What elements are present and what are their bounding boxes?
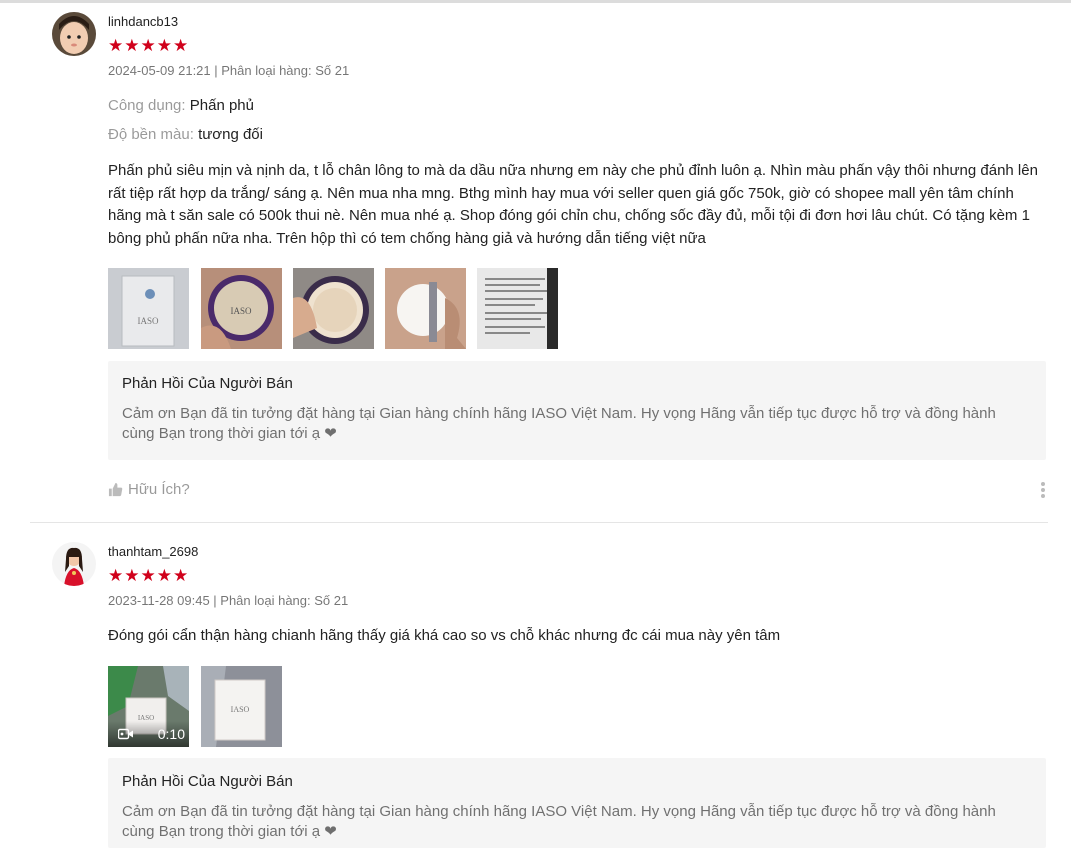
seller-reply-text: Cảm ơn Bạn đã tin tưởng đặt hàng tại Gia… [122, 803, 996, 840]
video-badge: 0:10 [108, 721, 189, 747]
seller-reply-text: Cảm ơn Bạn đã tin tưởng đặt hàng tại Gia… [122, 405, 996, 442]
attribute-key: Độ bền màu: [108, 126, 194, 143]
attribute-value: tương đối [198, 126, 263, 143]
attribute-value: Phấn phủ [189, 97, 254, 114]
seller-reply: Phản Hồi Của Người Bán Cảm ơn Bạn đã tin… [108, 758, 1046, 848]
review-photo[interactable]: IASO [201, 666, 282, 747]
video-duration: 0:10 [157, 726, 185, 742]
brand-logo-text: IASO [230, 306, 252, 316]
seller-reply: Phản Hồi Của Người Bán Cảm ơn Bạn đã tin… [108, 361, 1046, 460]
review-photo[interactable]: IASO [201, 268, 282, 349]
more-options-icon[interactable] [1038, 482, 1048, 500]
star-rating: ★★★★★ [108, 36, 190, 55]
star-rating: ★★★★★ [108, 566, 190, 585]
review-text: Đóng gói cẩn thận hàng chianh hãng thấy … [108, 627, 781, 644]
avatar[interactable] [52, 12, 96, 56]
username[interactable]: thanhtam_2698 [108, 544, 198, 559]
username[interactable]: linhdancb13 [108, 14, 178, 29]
review-meta: 2024-05-09 21:21 | Phân loại hàng: Số 21 [108, 63, 350, 78]
brand-logo-text: IASO [231, 705, 250, 714]
seller-reply-title: Phản Hồi Của Người Bán [122, 773, 293, 790]
avatar[interactable] [52, 542, 96, 586]
brand-logo-text: IASO [137, 316, 159, 326]
attribute-usage: Công dụng: Phấn phủ [108, 97, 254, 114]
review-video[interactable]: IASO 0:10 [108, 666, 189, 747]
review-divider [30, 522, 1048, 523]
review-photo[interactable] [385, 268, 466, 349]
helpful-label: Hữu Ích? [128, 481, 190, 498]
attribute-key: Công dụng: [108, 97, 186, 114]
attribute-color-durability: Độ bền màu: tương đối [108, 126, 263, 143]
helpful-button[interactable]: Hữu Ích? [108, 481, 190, 498]
review-text: Phấn phủ siêu mịn và nịnh da, t lỗ chân … [108, 162, 1038, 247]
thumbs-up-icon [108, 482, 123, 497]
video-camera-icon [118, 728, 133, 740]
review-photo[interactable] [293, 268, 374, 349]
review-photo[interactable] [477, 268, 558, 349]
top-border [0, 0, 1071, 3]
review-meta: 2023-11-28 09:45 | Phân loại hàng: Số 21 [108, 593, 349, 608]
review-photo[interactable]: IASO [108, 268, 189, 349]
seller-reply-title: Phản Hồi Của Người Bán [122, 375, 293, 392]
